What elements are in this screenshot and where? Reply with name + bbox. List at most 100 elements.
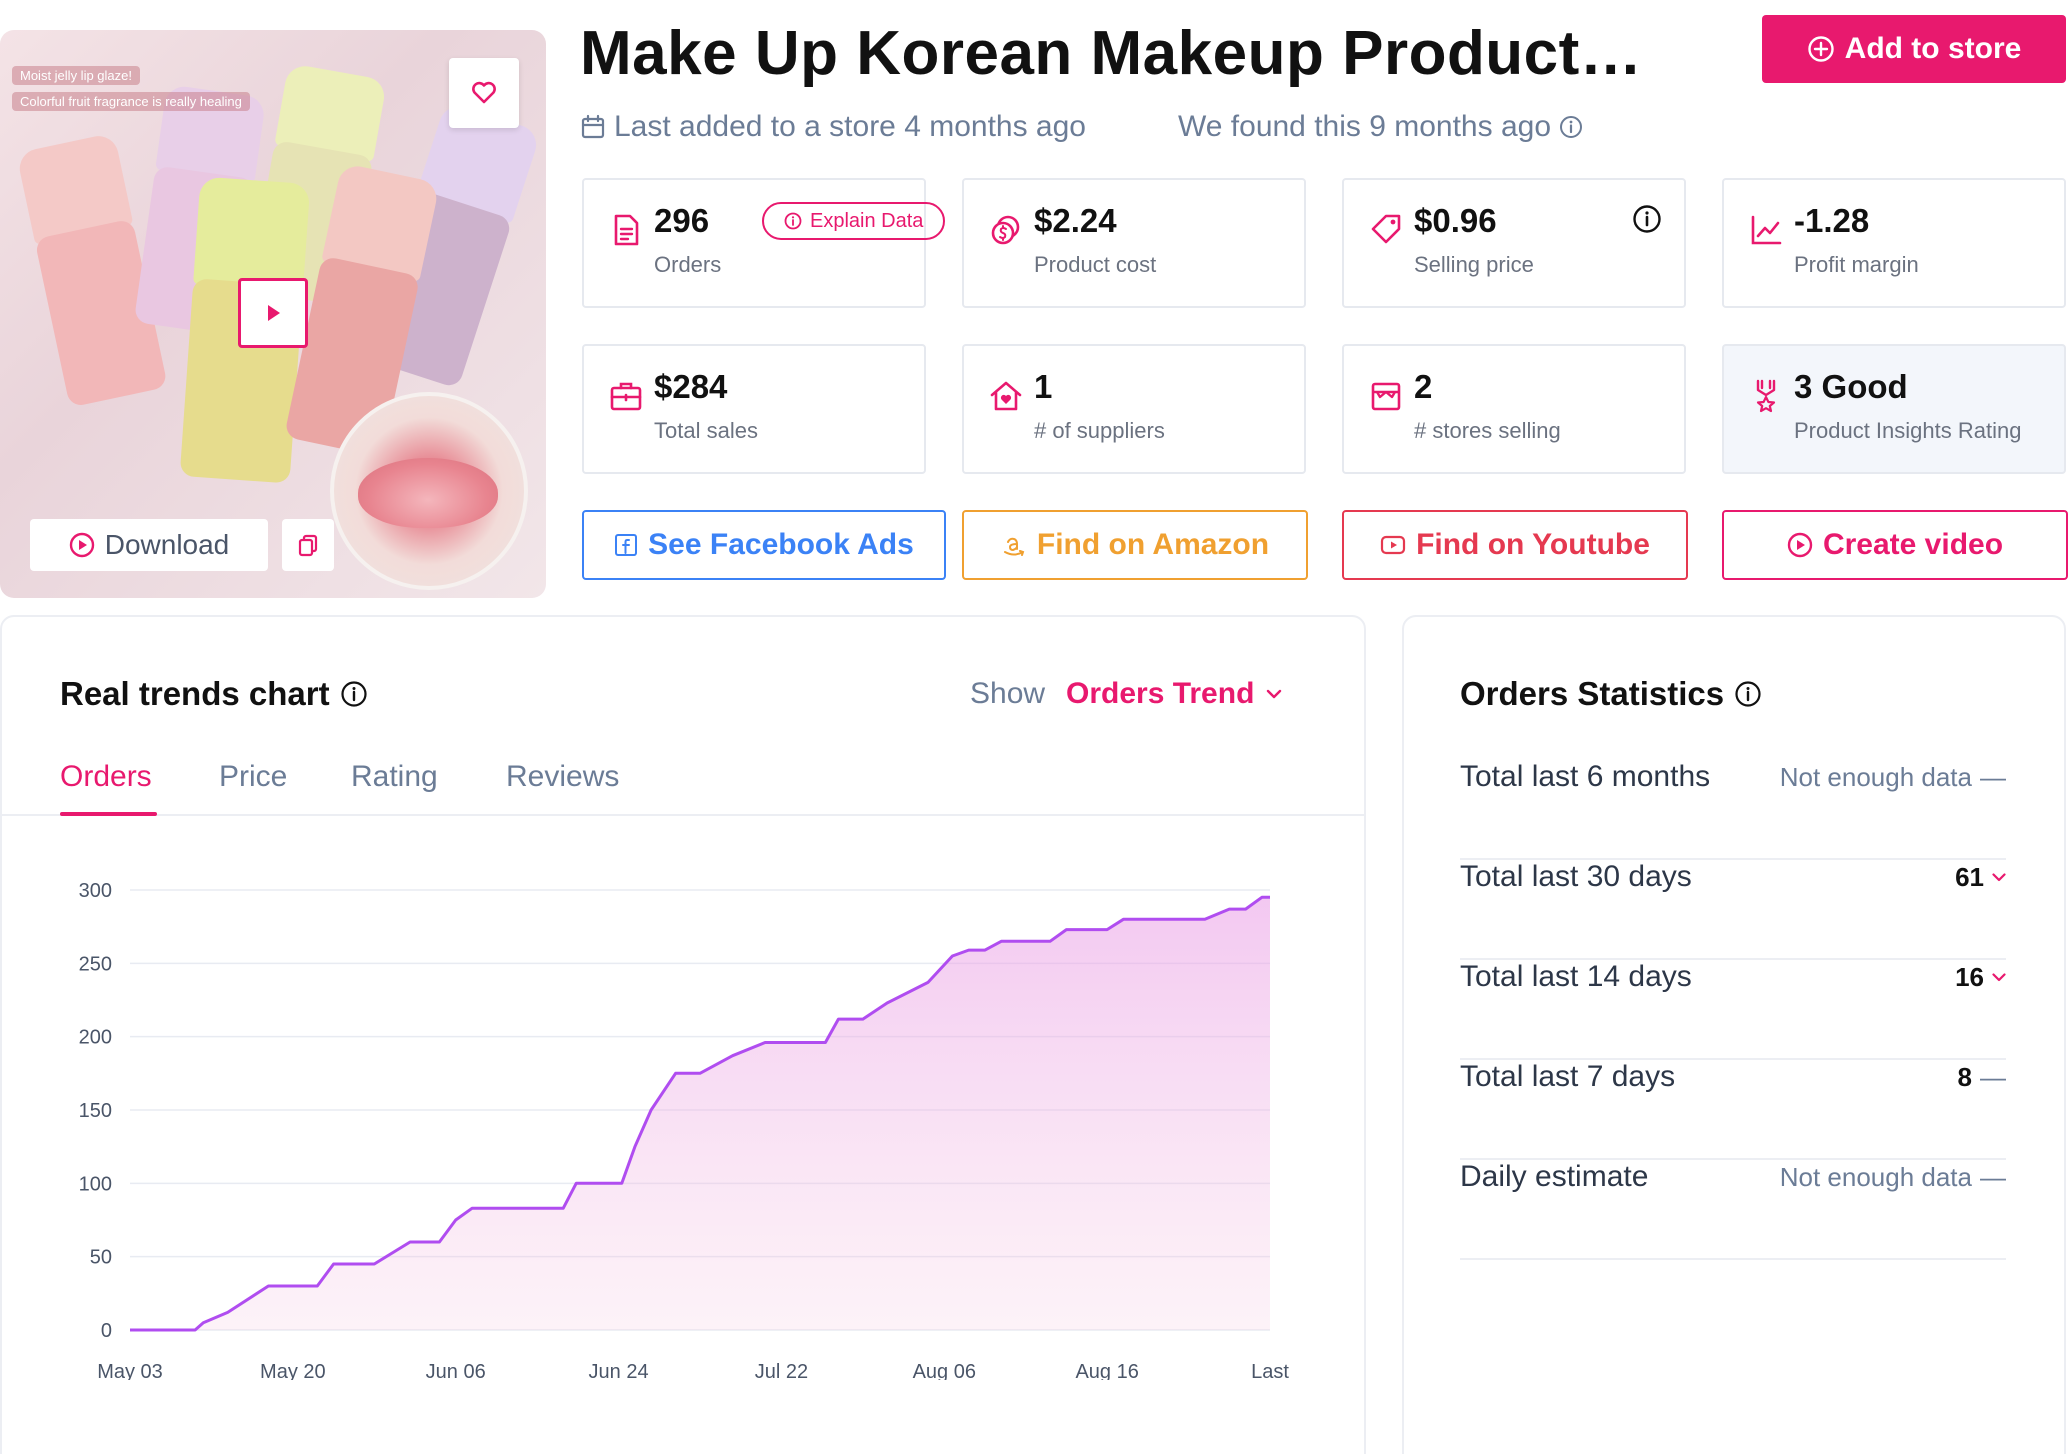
profit-margin-value: -1.28 [1794,202,1870,239]
stat-row-7-days: Total last 7 days 8— [1460,1060,2006,1160]
info-icon [784,212,802,230]
orders-value: 296 [654,202,710,239]
create-video-button[interactable]: Create video [1722,510,2068,580]
info-icon[interactable] [1559,115,1583,139]
stat-value: 8— [1957,1062,2006,1092]
x-tick-label: Jun 24 [589,1361,649,1380]
favorite-button[interactable] [449,58,519,128]
y-tick-label: 0 [101,1320,112,1342]
x-tick-label: May 03 [97,1361,163,1380]
stat-value: 61 [1955,862,2006,893]
y-tick-label: 150 [79,1100,112,1122]
stat-card-total-sales: $284 Total sales [582,344,926,474]
y-tick-label: 300 [79,880,112,902]
info-icon[interactable] [340,680,368,708]
last-added-text: Last added to a store 4 months ago [614,110,1086,143]
briefcase-icon [610,382,642,411]
y-tick-label: 100 [79,1173,112,1195]
youtube-label: Find on Youtube [1416,528,1650,561]
stat-card-stores-selling: 2 # stores selling [1342,344,1686,474]
youtube-icon [1380,535,1406,555]
stat-row-30-days: Total last 30 days 61 [1460,860,2006,960]
download-label: Download [104,529,230,560]
x-tick-label: Aug 06 [913,1361,976,1380]
x-tick-label: Last [1251,1361,1289,1380]
play-video-button[interactable] [238,278,308,348]
find-on-youtube-button[interactable]: Find on Youtube [1342,510,1688,580]
add-to-store-button[interactable]: Add to store [1762,15,2066,83]
x-tick-label: Jul 22 [755,1361,808,1380]
tab-orders[interactable]: Orders [60,760,152,794]
last-added-meta: Last added to a store 4 months ago [580,110,1086,144]
stat-card-suppliers: 1 # of suppliers [962,344,1306,474]
line-chart-icon [1751,215,1782,245]
stores-selling-label: # stores selling [1414,418,1561,443]
y-tick-label: 250 [79,953,112,975]
stat-value: Not enough data — [1779,762,2006,792]
calendar-icon [581,114,605,139]
trend-type-dropdown[interactable]: Orders Trend [1066,677,1282,711]
facebook-icon [615,534,638,556]
facebook-label: See Facebook Ads [648,528,914,561]
chevron-down-icon [1267,689,1282,699]
plus-circle-icon [1807,36,1834,62]
stat-label: Total last 30 days [1460,860,1692,893]
stat-row-14-days: Total last 14 days 16 [1460,960,2006,1060]
statistics-title-text: Orders Statistics [1460,675,1725,712]
play-icon [268,305,280,321]
product-title: Make Up Korean Makeup Product… [580,19,1643,88]
info-icon[interactable] [1734,680,1762,708]
lips-preview [330,392,528,590]
document-icon [614,214,639,246]
play-circle-icon [69,532,94,558]
stat-label: Daily estimate [1460,1160,1649,1193]
y-tick-label: 50 [90,1247,112,1269]
dash-icon: — [1980,762,2006,792]
award-icon [1756,379,1776,413]
find-on-amazon-button[interactable]: Find on Amazon [962,510,1308,580]
heart-icon [472,81,496,104]
amazon-label: Find on Amazon [1036,528,1270,561]
tab-price[interactable]: Price [219,760,287,794]
image-caption-2: Colorful fruit fragrance is really heali… [12,92,250,111]
chevron-down-icon [1992,973,2006,982]
selling-price-label: Selling price [1414,252,1534,277]
show-label: Show [970,677,1046,710]
see-facebook-ads-button[interactable]: See Facebook Ads [582,510,946,580]
add-to-store-label: Add to store [1844,32,2022,65]
coins-icon [991,215,1020,245]
dash-icon: — [1980,1162,2006,1192]
copy-button[interactable] [282,519,334,571]
create-video-label: Create video [1822,528,2004,561]
orders-trend-chart: 0 50 100 150 200 250 300 May 03 May 20 Jun 06 Jun … [79,880,1290,1380]
stat-value: 16 [1955,962,2006,993]
found-text: We found this 9 months ago [1178,110,1552,143]
trend-title: Real trends chart [60,675,368,713]
tab-reviews[interactable]: Reviews [506,760,619,794]
stat-row-6-months: Total last 6 months Not enough data — [1460,760,2006,860]
download-button[interactable]: Download [30,519,268,571]
product-cost-label: Product cost [1034,252,1157,277]
statistics-title: Orders Statistics [1460,675,1762,713]
product-cost-value: $2.24 [1034,202,1117,239]
copy-icon [298,534,318,557]
explain-data-label: Explain Data [810,209,924,232]
stat-card-selling-price: $0.96 Selling price [1342,178,1686,308]
image-caption-1: Moist jelly lip glaze! [12,66,140,85]
orders-area [130,897,1270,1330]
rating-value: 3 Good [1794,368,1908,405]
info-icon[interactable] [1632,204,1662,234]
orders-label: Orders [654,252,722,277]
x-tick-label: Aug 16 [1075,1361,1138,1380]
stat-card-product-cost: $2.24 Product cost [962,178,1306,308]
tab-rating[interactable]: Rating [351,760,438,794]
stat-card-orders: 296 Orders Explain Data [582,178,946,308]
active-tab-indicator [60,812,157,816]
product-image[interactable]: Moist jelly lip glaze! Colorful fruit fr… [0,30,546,598]
storefront-icon [1371,382,1401,411]
stores-selling-value: 2 [1414,368,1433,405]
found-meta: We found this 9 months ago [1178,110,1583,144]
trend-type-value: Orders Trend [1066,677,1255,710]
explain-data-button[interactable]: Explain Data [762,202,946,240]
selling-price-value: $0.96 [1414,202,1497,239]
